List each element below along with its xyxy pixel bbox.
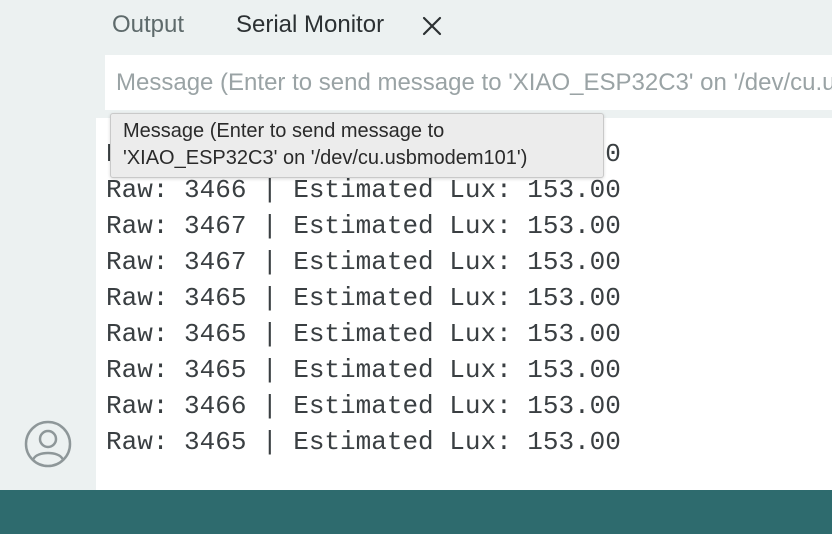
account-icon[interactable] <box>24 420 72 468</box>
tooltip-line-2: 'XIAO_ESP32C3' on '/dev/cu.usbmodem101') <box>123 147 528 169</box>
message-input[interactable] <box>105 55 832 110</box>
serial-line: Raw: 3465 | Estimated Lux: 153.00 <box>106 427 621 457</box>
serial-line: Raw: 3465 | Estimated Lux: 153.00 <box>106 319 621 349</box>
serial-line: Raw: 3467 | Estimated Lux: 153.00 <box>106 211 621 241</box>
tab-serial-monitor[interactable]: Serial Monitor <box>236 10 384 40</box>
panel-tabs: Output Serial Monitor <box>96 0 832 54</box>
serial-line: Raw: 3466 | Estimated Lux: 153.00 <box>106 391 621 421</box>
serial-line: Raw: 3467 | Estimated Lux: 153.00 <box>106 247 621 277</box>
serial-line: Raw: 3465 | Estimated Lux: 153.00 <box>106 283 621 313</box>
status-bar <box>0 490 832 534</box>
message-tooltip: Message (Enter to send message to 'XIAO_… <box>110 113 604 178</box>
serial-line: Raw: 3465 | Estimated Lux: 153.00 <box>106 355 621 385</box>
tab-output[interactable]: Output <box>112 10 184 40</box>
close-icon[interactable] <box>420 14 444 38</box>
activity-sidebar <box>0 0 96 490</box>
tooltip-line-1: Message (Enter to send message to <box>123 120 445 142</box>
